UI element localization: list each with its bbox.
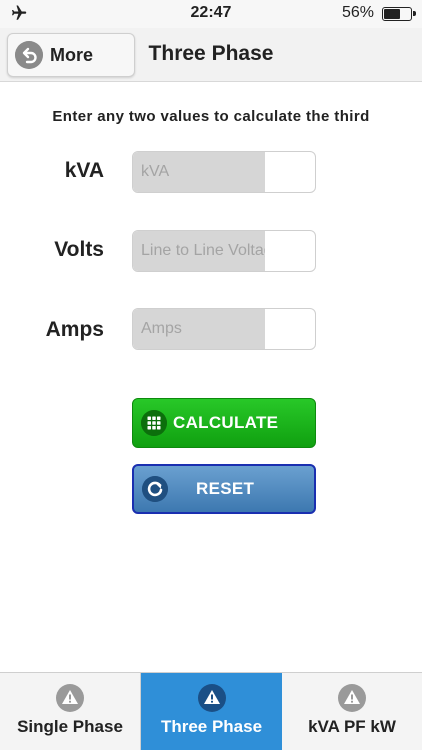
volts-input[interactable] (133, 231, 265, 271)
warning-triangle-icon (56, 684, 84, 712)
volts-label: Volts (54, 238, 104, 261)
tab-three-phase[interactable]: Three Phase (141, 673, 282, 750)
tab-label-three-phase: Three Phase (160, 717, 263, 736)
amps-input[interactable] (133, 309, 265, 349)
three-phase-screen: 22:47 56% More Three Phase Enter any two… (0, 0, 422, 750)
kva-field (132, 151, 316, 193)
tab-label-single-phase: Single Phase (17, 717, 123, 736)
amps-field (132, 308, 316, 350)
back-arrow-icon (15, 41, 43, 69)
calculate-button[interactable]: CALCULATE (132, 398, 316, 448)
status-bar: 22:47 56% (0, 0, 422, 28)
calculate-button-label: CALCULATE (173, 413, 279, 432)
reset-button[interactable]: RESET (132, 464, 316, 514)
tab-bar: Single Phase Three Phase kVA PF kW (0, 672, 422, 750)
navigation-bar: More Three Phase (0, 28, 422, 82)
kva-input[interactable] (133, 152, 265, 192)
kva-label: kVA (64, 159, 104, 182)
tab-kva-pf-kw[interactable]: kVA PF kW (282, 673, 422, 750)
warning-triangle-icon (197, 684, 226, 712)
instruction-text: Enter any two values to calculate the th… (52, 108, 370, 125)
tab-label-kva-pf-kw: kVA PF kW (308, 717, 396, 736)
back-button-label: More (50, 45, 94, 65)
tab-single-phase[interactable]: Single Phase (0, 673, 141, 750)
refresh-icon (142, 476, 168, 502)
page-title: Three Phase (148, 42, 274, 65)
battery-icon (382, 7, 416, 21)
calculator-grid-icon (141, 410, 167, 436)
warning-triangle-icon (338, 684, 366, 712)
battery-percent: 56% (341, 4, 374, 21)
more-back-button[interactable]: More (7, 33, 135, 77)
amps-label: Amps (45, 318, 104, 341)
volts-field (132, 230, 316, 272)
reset-button-label: RESET (196, 479, 255, 498)
